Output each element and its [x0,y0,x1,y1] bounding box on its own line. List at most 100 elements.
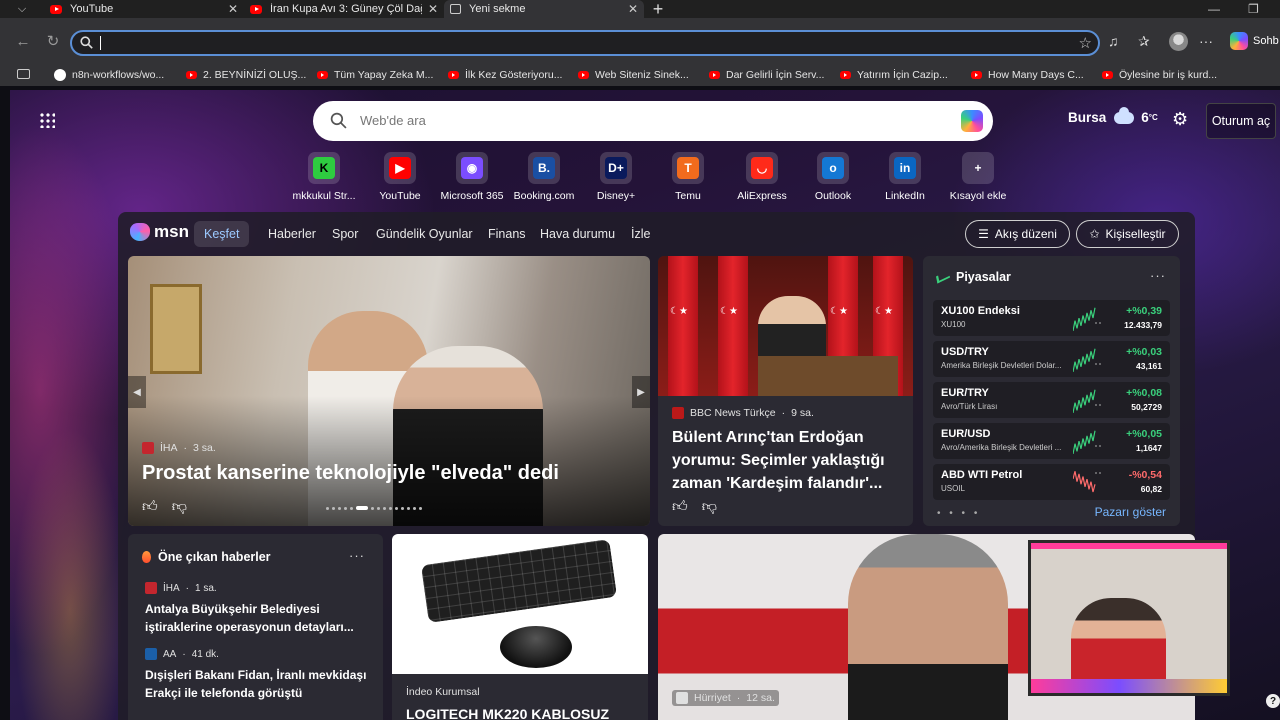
news-card[interactable]: BBC News Türkçe·9 sa. Bülent Arınç'tan E… [658,256,913,526]
feed-layout-button[interactable]: ☰ Akış düzeni [965,220,1070,248]
tab-hava-durumu[interactable]: Hava durumu [540,224,615,244]
quick-link-glyph: + [974,161,982,175]
quick-link[interactable]: ▶ YouTube [360,152,440,202]
close-icon[interactable]: ✕ [428,2,438,16]
tab-izle[interactable]: İzle [631,224,650,244]
quick-link-glyph: D+ [605,157,627,179]
back-arrow-icon[interactable]: ← [13,31,33,51]
quick-link-glyph: o [822,157,844,179]
market-row[interactable]: EUR/USD Avro/Amerika Birleşik Devletleri … [933,423,1170,459]
keyboard-image [420,539,618,623]
quick-link-label: AliExpress [737,190,787,202]
quick-link[interactable]: + Kısayol ekle [938,152,1018,202]
profile-avatar[interactable] [1169,31,1188,51]
refresh-icon[interactable]: ↻ [43,31,63,51]
sponsored-card[interactable]: İndeo Kurumsal LOGITECH MK220 KABLOSUZ [392,534,648,720]
personalize-button[interactable]: ✩ Kişiselleştir [1076,220,1179,248]
thumbs-down-icon[interactable]: 👎︎ [172,498,187,516]
web-search-box[interactable]: Web'de ara [313,101,993,141]
copilot-icon[interactable] [961,110,983,132]
sparkle-icon: ✩ [1089,227,1100,241]
carousel-dots[interactable] [326,506,422,510]
tab-iran-kupa[interactable]: İran Kupa Avı 3: Güney Çöl Dağ Ke ✕ [244,0,444,18]
bookmark-item[interactable]: 2. BEYNİNİZİ OLUŞ... [186,69,306,81]
app-launcher-icon[interactable] [39,112,55,128]
quick-link[interactable]: ◡ AliExpress [722,152,802,202]
quick-link[interactable]: o Outlook [793,152,873,202]
bookmark-item[interactable]: How Many Days C... [971,69,1084,81]
more-options-icon[interactable]: ··· [1150,268,1166,283]
market-price: 1,1647 [1136,443,1162,453]
quick-link[interactable]: ◉ Microsoft 365 [432,152,512,202]
hero-story-card[interactable]: ◀ ▶ İHA · 3 sa. Prostat kanserine teknoloj… [128,256,650,526]
list-item[interactable]: İHA · 1 sa. Antalya Büyükşehir Belediyesi … [145,582,375,636]
more-options-icon[interactable]: ··· [349,548,365,563]
close-icon[interactable]: ✕ [228,2,238,16]
quick-link[interactable]: D+ Disney+ [576,152,656,202]
tab-haberler[interactable]: Haberler [268,224,316,244]
bookmark-item[interactable]: Yatırım İçin Cazip... [840,69,948,81]
list-item[interactable]: AA · 41 dk. Dışişleri Bakanı Fidan, İranlı… [145,648,375,702]
tab-gundelik-oyunlar[interactable]: Gündelik Oyunlar [376,224,473,244]
address-bar[interactable]: ☆ [70,30,1100,56]
maximize-icon[interactable]: ❐ [1248,0,1259,18]
market-row[interactable]: XU100 Endeksi XU100 +%0,39 12.433,79 [933,300,1170,336]
close-icon[interactable]: ✕ [628,2,638,16]
story-source: Hürriyet · 12 sa. [672,690,779,706]
msn-logo[interactable]: msn [130,222,189,242]
favorite-star-icon[interactable]: ☆ [1079,34,1092,52]
hero-headline[interactable]: Prostat kanserine teknolojiyle "elveda" … [142,462,559,485]
market-row[interactable]: ABD WTI Petrol USOIL -%0,54 60,82 [933,464,1170,500]
quick-link-glyph: B. [533,157,555,179]
market-row[interactable]: EUR/TRY Avro/Türk Lirası +%0,08 50,2729 [933,382,1170,418]
bookmark-item[interactable]: Öylesine bir iş kurd... [1102,69,1217,81]
bookmark-item[interactable]: n8n-workflows/wo... [54,69,164,81]
story-source: İHA · 1 sa. [145,582,375,594]
tab-actions-menu-icon[interactable]: ⌵ [0,0,44,18]
pagination-dots[interactable]: • • • • [937,508,980,519]
help-icon[interactable]: ? [1266,694,1280,708]
thumbs-down-icon[interactable]: 👎︎ [702,498,717,516]
settings-more-icon[interactable]: ··· [1199,31,1213,51]
webcam-frame [1031,543,1227,549]
youtube-icon [250,4,262,14]
tab-new-tab[interactable]: Yeni sekme ✕ [444,0,644,18]
carousel-prev-icon[interactable]: ◀ [128,376,146,408]
read-aloud-icon[interactable]: ♫ [1108,31,1119,51]
weather-widget[interactable]: Bursa 6 °C [1068,106,1158,125]
quick-link[interactable]: Kmkkukul Str... [284,152,364,202]
news-headline[interactable]: Bülent Arınç'tan Erdoğan yorumu: Seçimle… [672,426,902,495]
new-tab-button[interactable]: + [644,0,672,19]
story-time: 9 sa. [791,407,814,419]
carousel-next-icon[interactable]: ▶ [632,376,650,408]
quick-link[interactable]: B. Booking.com [504,152,584,202]
tab-finans[interactable]: Finans [488,224,526,244]
thumbs-up-icon[interactable]: 👍︎ [672,498,688,516]
story-time: 12 sa. [746,692,775,704]
tab-kesfet[interactable]: Keşfet [194,221,250,247]
aa-icon [145,648,157,660]
bookmark-item[interactable]: Tüm Yapay Zeka M... [317,69,433,81]
copilot-button[interactable]: Sohb [1230,31,1279,51]
tab-spor[interactable]: Spor [332,224,358,244]
favorites-icon[interactable]: ✰ [1138,31,1150,51]
market-row[interactable]: USD/TRY Amerika Birleşik Devletleri Dolar… [933,341,1170,377]
story-source: İHA · 3 sa. [142,442,216,454]
quick-link-label: Outlook [814,190,852,202]
quick-link-label: mkkukul Str... [292,190,356,202]
quick-link[interactable]: in LinkedIn [865,152,945,202]
gear-icon[interactable]: ⚙ [1172,110,1191,129]
bookmark-item[interactable]: Dar Gelirli İçin Serv... [709,69,824,81]
signin-button[interactable]: Oturum aç [1206,103,1276,139]
reading-list-icon[interactable] [17,69,30,79]
copilot-label: Sohb [1253,35,1279,47]
quick-link[interactable]: T Temu [648,152,728,202]
thumbs-up-icon[interactable]: 👍︎ [142,498,158,516]
tab-youtube[interactable]: YouTube ✕ [44,0,244,18]
bookmark-item[interactable]: Web Siteniz Sinek... [578,69,689,81]
source-name: Hürriyet [694,692,731,704]
show-market-link[interactable]: Pazarı göster [1095,505,1166,519]
bookmark-item[interactable]: İlk Kez Gösteriyoru... [448,69,562,81]
bookmark-label: Yatırım İçin Cazip... [857,69,948,81]
minimize-icon[interactable]: — [1208,0,1220,18]
